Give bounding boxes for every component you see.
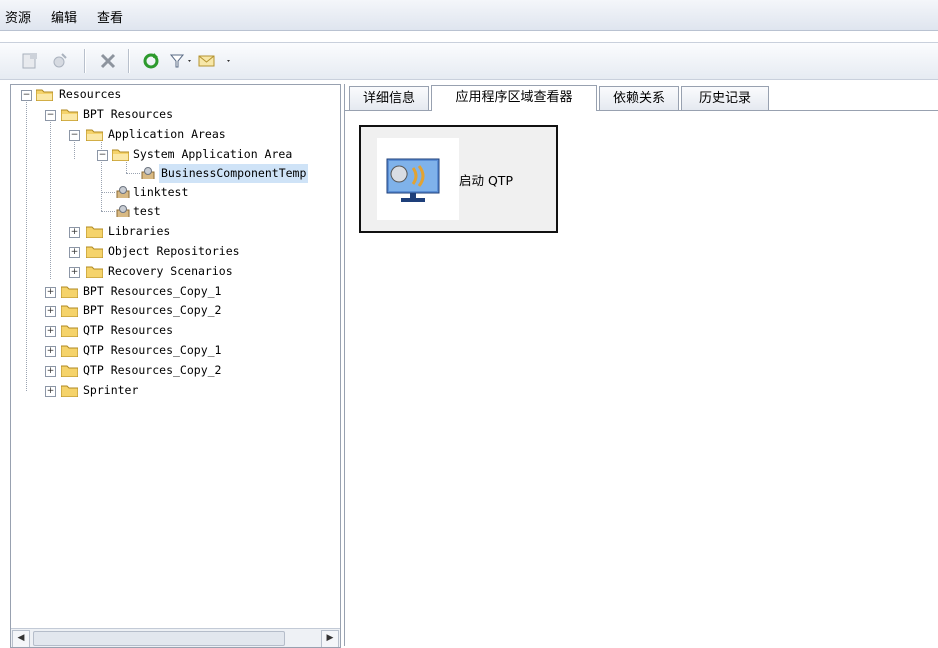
collapse-icon[interactable]: − [97, 150, 108, 161]
folder-closed-icon [61, 345, 78, 357]
launch-qtp-card[interactable]: 启动 QTP [359, 125, 558, 233]
tree-connector [50, 119, 51, 279]
expand-icon[interactable]: + [45, 306, 56, 317]
tree-connector [26, 99, 27, 391]
resource-tree-pane: − Resources − BPT Resources − Applicatio… [10, 84, 341, 648]
resource-tree[interactable]: − Resources − BPT Resources − Applicatio… [11, 85, 340, 627]
app-area-icon [116, 186, 130, 198]
qtp-launch-icon [377, 138, 459, 220]
scroll-left-arrow-icon[interactable]: ◀ [12, 630, 30, 647]
details-pane: 详细信息 应用程序区域查看器 依赖关系 历史记录 启动 QTP [344, 84, 938, 646]
menu-view[interactable]: 查看 [97, 7, 123, 26]
tree-connector [101, 211, 115, 212]
scrollbar-thumb[interactable] [33, 631, 285, 646]
tab-application-area-viewer[interactable]: 应用程序区域查看器 [431, 85, 597, 111]
folder-open-icon [61, 109, 78, 121]
expand-icon[interactable]: + [69, 267, 80, 278]
expand-icon[interactable]: + [45, 287, 56, 298]
expand-icon[interactable]: + [69, 247, 80, 258]
tab-bar: 详细信息 应用程序区域查看器 依赖关系 历史记录 [345, 84, 938, 111]
collapse-icon[interactable]: − [21, 90, 32, 101]
folder-open-icon [36, 89, 53, 101]
delete-icon[interactable] [98, 51, 118, 71]
import-icon[interactable] [50, 51, 70, 71]
folder-closed-icon [61, 385, 78, 397]
collapse-icon[interactable]: − [45, 110, 56, 121]
new-resource-icon[interactable] [20, 51, 40, 71]
app-area-icon [116, 205, 130, 217]
folder-closed-icon [61, 325, 78, 337]
tab-details[interactable]: 详细信息 [349, 86, 429, 110]
menu-edit[interactable]: 编辑 [51, 7, 77, 26]
expand-icon[interactable]: + [45, 326, 56, 337]
tree-node-business-component[interactable]: BusinessComponentTemp [11, 164, 340, 183]
folder-open-icon [112, 149, 129, 161]
tab-history[interactable]: 历史记录 [681, 86, 769, 110]
folder-closed-icon [86, 226, 103, 238]
app-area-icon [141, 167, 155, 179]
collapse-icon[interactable]: − [69, 130, 80, 141]
tree-connector [101, 192, 115, 193]
expand-icon[interactable]: + [45, 366, 56, 377]
menu-resources[interactable]: 资源 [5, 7, 31, 26]
horizontal-scrollbar[interactable]: ◀ ▶ [11, 628, 340, 647]
folder-open-icon [86, 129, 103, 141]
expand-icon[interactable]: + [45, 346, 56, 357]
scroll-right-arrow-icon[interactable]: ▶ [321, 630, 339, 647]
folder-closed-icon [86, 266, 103, 278]
filter-icon[interactable] [168, 51, 191, 71]
refresh-icon[interactable] [141, 51, 161, 71]
toolbar-separator [128, 49, 130, 73]
folder-closed-icon [61, 286, 78, 298]
tree-connector [74, 139, 75, 159]
toolbar [0, 42, 938, 80]
toolbar-separator [84, 49, 86, 73]
launch-qtp-label: 启动 QTP [459, 173, 513, 188]
expand-icon[interactable]: + [45, 386, 56, 397]
folder-closed-icon [86, 246, 103, 258]
tab-dependencies[interactable]: 依赖关系 [599, 86, 679, 110]
expand-icon[interactable]: + [69, 227, 80, 238]
send-mail-icon[interactable] [197, 51, 230, 71]
folder-closed-icon [61, 365, 78, 377]
menu-bar: 资源 编辑 查看 [0, 0, 938, 31]
folder-closed-icon [61, 305, 78, 317]
